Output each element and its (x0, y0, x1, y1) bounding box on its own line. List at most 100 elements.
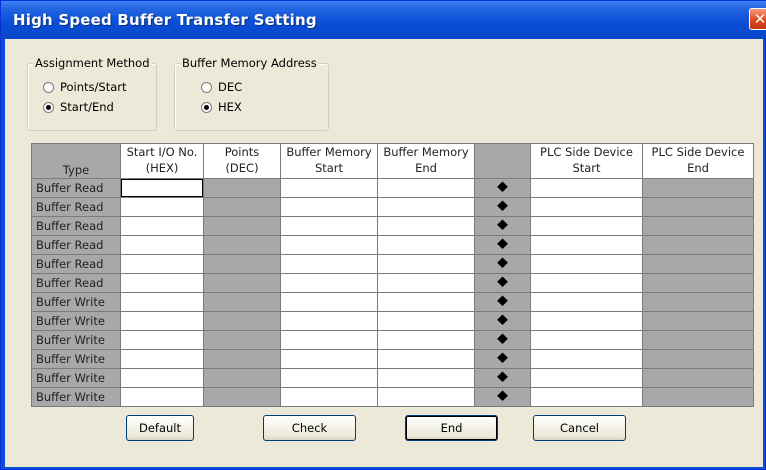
start-io-cell[interactable] (120, 235, 204, 255)
transfer-direction-icon: ⯁ (474, 178, 531, 198)
points-cell (203, 178, 281, 198)
plc-device-start-cell[interactable] (530, 292, 643, 312)
plc-device-start-cell[interactable] (530, 254, 643, 274)
start-io-cell[interactable] (120, 273, 204, 293)
table-row: Buffer Read ⯁ (31, 178, 754, 198)
start-io-cell[interactable] (120, 330, 204, 350)
radio-start-end[interactable]: Start/End (43, 100, 114, 114)
buffer-memory-end-cell[interactable] (377, 387, 475, 407)
table-row: Buffer Write ⯁ (31, 292, 754, 312)
start-io-cell[interactable] (120, 311, 204, 331)
buffer-memory-end-cell[interactable] (377, 216, 475, 236)
cancel-button[interactable]: Cancel (533, 415, 626, 441)
plc-device-start-cell[interactable] (530, 387, 643, 407)
radio-checked-icon[interactable] (201, 101, 212, 113)
plc-device-start-cell[interactable] (530, 178, 643, 198)
buffer-memory-end-cell[interactable] (377, 349, 475, 369)
points-cell (203, 330, 281, 350)
plc-device-start-cell[interactable] (530, 330, 643, 350)
buffer-memory-start-cell[interactable] (280, 292, 378, 312)
default-button[interactable]: Default (126, 415, 194, 441)
plc-device-end-cell (642, 254, 754, 274)
transfer-direction-icon: ⯁ (474, 273, 531, 293)
plc-device-end-cell (642, 178, 754, 198)
header-buffer-memory-end: Buffer Memory End (377, 143, 475, 179)
transfer-direction-icon: ⯁ (474, 311, 531, 331)
start-io-cell[interactable] (120, 254, 204, 274)
buffer-memory-start-cell[interactable] (280, 197, 378, 217)
points-cell (203, 311, 281, 331)
buffer-memory-start-cell[interactable] (280, 273, 378, 293)
buffer-memory-start-cell[interactable] (280, 349, 378, 369)
row-type-cell: Buffer Write (31, 387, 121, 407)
plc-device-start-cell[interactable] (530, 349, 643, 369)
points-cell (203, 273, 281, 293)
radio-start-end-label: Start/End (60, 100, 114, 114)
buffer-memory-end-cell[interactable] (377, 254, 475, 274)
buffer-memory-end-cell[interactable] (377, 273, 475, 293)
header-points: Points (DEC) (203, 143, 281, 179)
start-io-cell[interactable] (120, 216, 204, 236)
buffer-memory-start-cell[interactable] (280, 311, 378, 331)
table-row: Buffer Read ⯁ (31, 254, 754, 274)
points-cell (203, 216, 281, 236)
buffer-memory-end-cell[interactable] (377, 178, 475, 198)
close-button[interactable]: ✕ (749, 8, 766, 30)
start-io-cell[interactable] (120, 368, 204, 388)
start-io-cell[interactable] (120, 292, 204, 312)
start-io-cell[interactable] (120, 349, 204, 369)
check-button[interactable]: Check (263, 415, 356, 441)
transfer-direction-icon: ⯁ (474, 292, 531, 312)
radio-checked-icon[interactable] (43, 101, 54, 113)
plc-device-end-cell (642, 368, 754, 388)
table-row: Buffer Write ⯁ (31, 368, 754, 388)
buffer-memory-end-cell[interactable] (377, 235, 475, 255)
row-type-cell: Buffer Read (31, 178, 121, 198)
start-io-cell[interactable] (120, 197, 204, 217)
title-bar[interactable]: High Speed Buffer Transfer Setting ✕ (1, 1, 766, 39)
radio-hex[interactable]: HEX (201, 100, 242, 114)
row-type-cell: Buffer Write (31, 368, 121, 388)
buffer-memory-end-cell[interactable] (377, 368, 475, 388)
radio-dec-label: DEC (218, 80, 243, 94)
plc-device-start-cell[interactable] (530, 235, 643, 255)
points-cell (203, 197, 281, 217)
row-type-cell: Buffer Write (31, 292, 121, 312)
assignment-method-label: Assignment Method (33, 56, 152, 70)
header-start-io: Start I/O No. (HEX) (120, 143, 204, 179)
buffer-memory-start-cell[interactable] (280, 387, 378, 407)
transfer-direction-icon: ⯁ (474, 368, 531, 388)
radio-unchecked-icon[interactable] (201, 81, 212, 93)
buffer-memory-end-cell[interactable] (377, 330, 475, 350)
buffer-memory-end-cell[interactable] (377, 292, 475, 312)
end-button[interactable]: End (405, 415, 498, 441)
transfer-direction-icon: ⯁ (474, 197, 531, 217)
buffer-memory-start-cell[interactable] (280, 368, 378, 388)
close-icon: ✕ (753, 10, 766, 28)
radio-points-start[interactable]: Points/Start (43, 80, 127, 94)
plc-device-end-cell (642, 292, 754, 312)
table-row: Buffer Write ⯁ (31, 330, 754, 350)
plc-device-end-cell (642, 216, 754, 236)
transfer-direction-icon: ⯁ (474, 216, 531, 236)
buffer-memory-end-cell[interactable] (377, 197, 475, 217)
plc-device-start-cell[interactable] (530, 197, 643, 217)
buffer-memory-start-cell[interactable] (280, 178, 378, 198)
points-cell (203, 292, 281, 312)
points-cell (203, 254, 281, 274)
buffer-memory-start-cell[interactable] (280, 330, 378, 350)
start-io-cell[interactable] (120, 387, 204, 407)
start-io-cell[interactable] (120, 178, 204, 198)
buffer-memory-start-cell[interactable] (280, 254, 378, 274)
buffer-memory-start-cell[interactable] (280, 235, 378, 255)
plc-device-start-cell[interactable] (530, 216, 643, 236)
header-plc-device-end: PLC Side Device End (642, 143, 754, 179)
buffer-memory-end-cell[interactable] (377, 311, 475, 331)
plc-device-start-cell[interactable] (530, 273, 643, 293)
radio-dec[interactable]: DEC (201, 80, 242, 94)
radio-unchecked-icon[interactable] (43, 81, 54, 93)
plc-device-start-cell[interactable] (530, 368, 643, 388)
plc-device-end-cell (642, 349, 754, 369)
buffer-memory-start-cell[interactable] (280, 216, 378, 236)
plc-device-start-cell[interactable] (530, 311, 643, 331)
